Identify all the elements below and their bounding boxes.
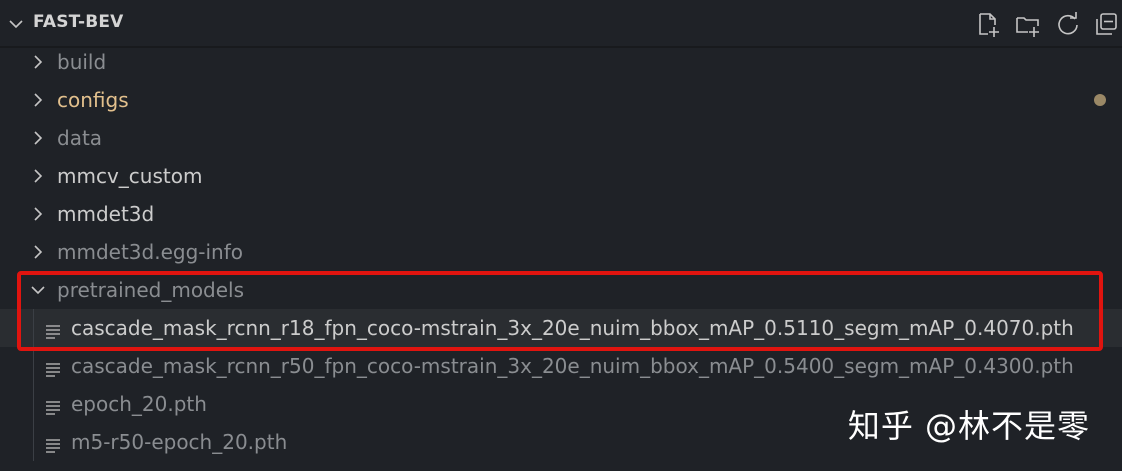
new-folder-icon[interactable] <box>1014 10 1042 38</box>
chevron-right-icon[interactable] <box>28 166 48 186</box>
new-file-icon[interactable] <box>974 10 1002 38</box>
folder-row[interactable]: build <box>0 43 1122 81</box>
file-row[interactable]: cascade_mask_rcnn_r18_fpn_coco-mstrain_3… <box>0 309 1122 347</box>
file-label: epoch_20.pth <box>71 392 207 416</box>
file-label: m5-r50-epoch_20.pth <box>71 430 288 454</box>
file-label: cascade_mask_rcnn_r50_fpn_coco-mstrain_3… <box>71 354 1074 378</box>
chevron-right-icon[interactable] <box>28 204 48 224</box>
collapse-all-icon[interactable] <box>1092 10 1120 38</box>
modified-dot-icon <box>1094 94 1106 106</box>
chevron-right-icon[interactable] <box>28 90 48 110</box>
file-row[interactable]: cascade_mask_rcnn_r50_fpn_coco-mstrain_3… <box>0 347 1122 385</box>
file-lines-icon <box>45 396 61 415</box>
folder-label: mmdet3d.egg-info <box>57 240 244 264</box>
file-lines-icon <box>45 434 61 453</box>
folder-row[interactable]: mmcv_custom <box>0 157 1122 195</box>
folder-label: mmcv_custom <box>57 164 203 188</box>
folder-label: mmdet3d <box>57 202 155 226</box>
folder-row[interactable]: pretrained_models <box>0 271 1122 309</box>
explorer-header[interactable]: FAST-BEV <box>0 0 1122 48</box>
file-lines-icon <box>45 320 61 339</box>
chevron-right-icon[interactable] <box>28 52 48 72</box>
file-label: cascade_mask_rcnn_r18_fpn_coco-mstrain_3… <box>71 316 1074 340</box>
chevron-down-icon[interactable] <box>6 14 26 34</box>
refresh-icon[interactable] <box>1054 10 1082 38</box>
file-lines-icon <box>45 358 61 377</box>
chevron-right-icon[interactable] <box>28 242 48 262</box>
chevron-right-icon[interactable] <box>28 128 48 148</box>
folder-row[interactable]: mmdet3d <box>0 195 1122 233</box>
folder-label: pretrained_models <box>57 278 245 302</box>
watermark: 知乎 @林不是零 <box>847 407 1090 445</box>
folder-label: build <box>57 50 107 74</box>
folder-label: configs <box>57 88 129 112</box>
folder-label: data <box>57 126 103 150</box>
folder-row[interactable]: data <box>0 119 1122 157</box>
explorer-root-title[interactable]: FAST-BEV <box>33 12 124 32</box>
chevron-down-icon[interactable] <box>28 280 48 300</box>
indent-guide <box>33 309 34 461</box>
folder-row[interactable]: configs <box>0 81 1122 119</box>
folder-row[interactable]: mmdet3d.egg-info <box>0 233 1122 271</box>
